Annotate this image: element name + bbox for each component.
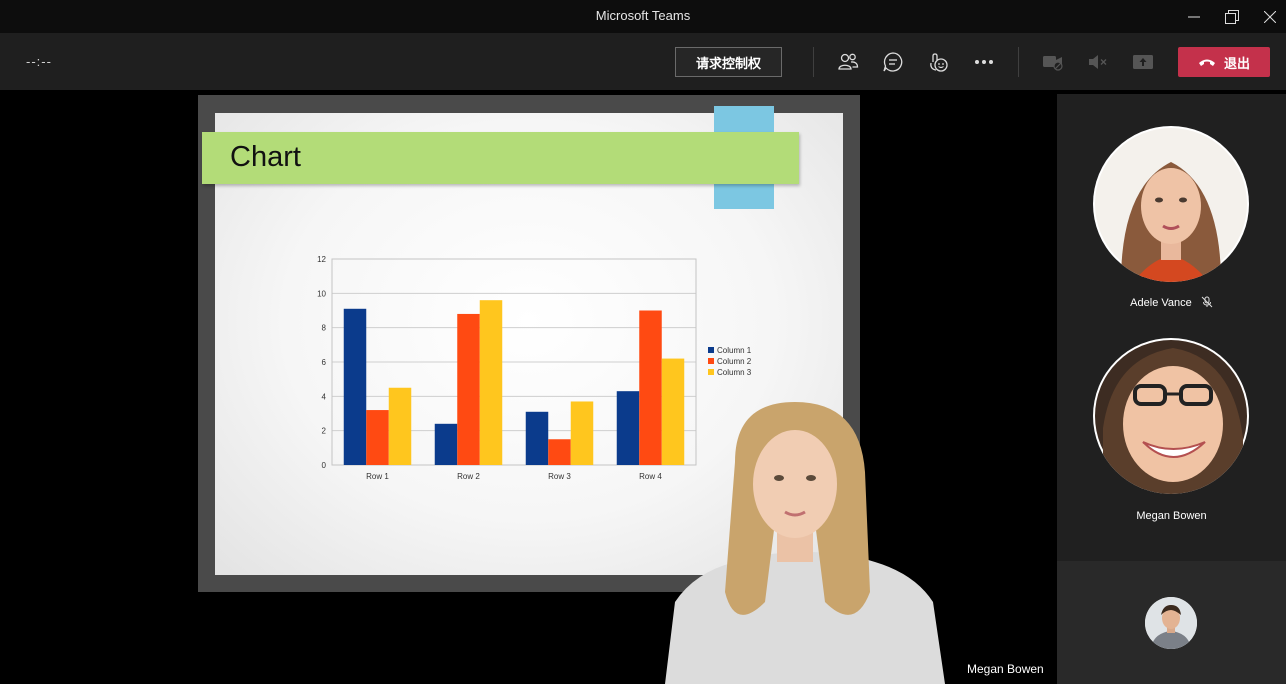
- chart-x-tick-label: Row 4: [639, 472, 662, 481]
- chart-x-tick-label: Row 2: [457, 472, 480, 481]
- reactions-icon: [930, 53, 948, 72]
- shared-screen-stage: Chart 0 2 4 6 8 10 12 Row 1 Row 2 Row 3 Row 4 Colum…: [4, 94, 1053, 684]
- chart-bar: [570, 401, 594, 465]
- adele-vance-photo: [1095, 128, 1247, 282]
- chart-bar: [343, 308, 367, 465]
- chart-legend-swatch: [708, 358, 714, 364]
- camera-off-icon: [1043, 56, 1063, 71]
- minimize-button[interactable]: [1175, 0, 1213, 33]
- close-window-button[interactable]: [1251, 0, 1286, 33]
- chart-legend-label: Column 3: [717, 368, 752, 377]
- chat-button[interactable]: [881, 50, 905, 74]
- toolbar-divider: [1018, 47, 1019, 77]
- chart-bar: [616, 391, 640, 465]
- chart-legend-swatch: [708, 369, 714, 375]
- self-photo: [1145, 597, 1197, 649]
- chart-x-tick-label: Row 1: [366, 472, 389, 481]
- request-control-button[interactable]: 请求控制权: [675, 47, 782, 77]
- speaker-button[interactable]: [1086, 50, 1110, 74]
- toolbar-divider: [813, 47, 814, 77]
- restore-button[interactable]: [1213, 0, 1251, 33]
- chart-y-tick-label: 6: [322, 358, 327, 367]
- participants-icon: [838, 53, 859, 70]
- leave-meeting-button[interactable]: 退出: [1178, 47, 1270, 77]
- share-screen-button[interactable]: [1131, 50, 1155, 74]
- chart-bar: [388, 387, 412, 465]
- self-view-area: [1057, 561, 1286, 684]
- minimize-icon: [1188, 16, 1200, 17]
- megan-bowen-photo: [1095, 340, 1247, 494]
- chart-bar: [639, 310, 662, 465]
- chart-bar: [525, 411, 549, 465]
- chart-legend-label: Column 1: [717, 346, 752, 355]
- window-title: Microsoft Teams: [595, 8, 691, 23]
- presenter-sweater: [665, 552, 945, 684]
- more-options-button[interactable]: [972, 50, 996, 74]
- restore-icon: [1225, 9, 1239, 24]
- share-icon: [1133, 55, 1153, 69]
- chart-x-tick-label: Row 3: [548, 472, 571, 481]
- title-bar: Microsoft Teams: [0, 0, 1286, 33]
- hangup-icon: [1198, 59, 1215, 66]
- chart-legend-label: Column 2: [717, 357, 752, 366]
- stage-presenter-name: Megan Bowen: [967, 662, 1044, 676]
- chart-bar: [434, 423, 458, 465]
- mic-muted-icon: [1201, 296, 1213, 308]
- chart-bar: [457, 313, 480, 465]
- presenter-video: [665, 402, 945, 684]
- slide-title-banner: Chart: [202, 132, 799, 184]
- self-avatar[interactable]: [1145, 597, 1197, 649]
- participant-avatar[interactable]: [1093, 338, 1249, 494]
- camera-button[interactable]: [1041, 50, 1065, 74]
- speaker-mute-icon: [1089, 55, 1107, 69]
- reactions-button[interactable]: [926, 50, 950, 74]
- participant-name-adele: Adele Vance: [1057, 296, 1286, 309]
- chart-y-tick-label: 2: [322, 427, 327, 436]
- more-icon: [975, 60, 993, 64]
- participants-button[interactable]: [836, 50, 860, 74]
- presenter-face: [753, 430, 837, 538]
- participant-avatar[interactable]: [1093, 126, 1249, 282]
- chart-bar: [366, 410, 389, 465]
- chart-legend-swatch: [708, 347, 714, 353]
- chart-bar: [548, 439, 571, 465]
- chart-y-tick-label: 12: [317, 255, 326, 264]
- chat-icon: [883, 52, 903, 72]
- meeting-timer: --:--: [26, 54, 52, 69]
- meeting-toolbar: --:-- 请求控制权 退出: [0, 33, 1286, 90]
- slide-title: Chart: [230, 141, 301, 173]
- participant-name-megan: Megan Bowen: [1136, 510, 1207, 522]
- chart-y-tick-label: 0: [322, 461, 327, 470]
- leave-label: 退出: [1223, 55, 1250, 71]
- close-icon: [1264, 10, 1276, 23]
- participants-panel: Adele Vance Megan Bowen: [1057, 94, 1286, 684]
- chart-y-tick-label: 8: [322, 324, 327, 333]
- chart-y-tick-label: 4: [322, 392, 327, 401]
- chart-y-tick-label: 10: [317, 289, 326, 298]
- chart-bar: [479, 300, 503, 465]
